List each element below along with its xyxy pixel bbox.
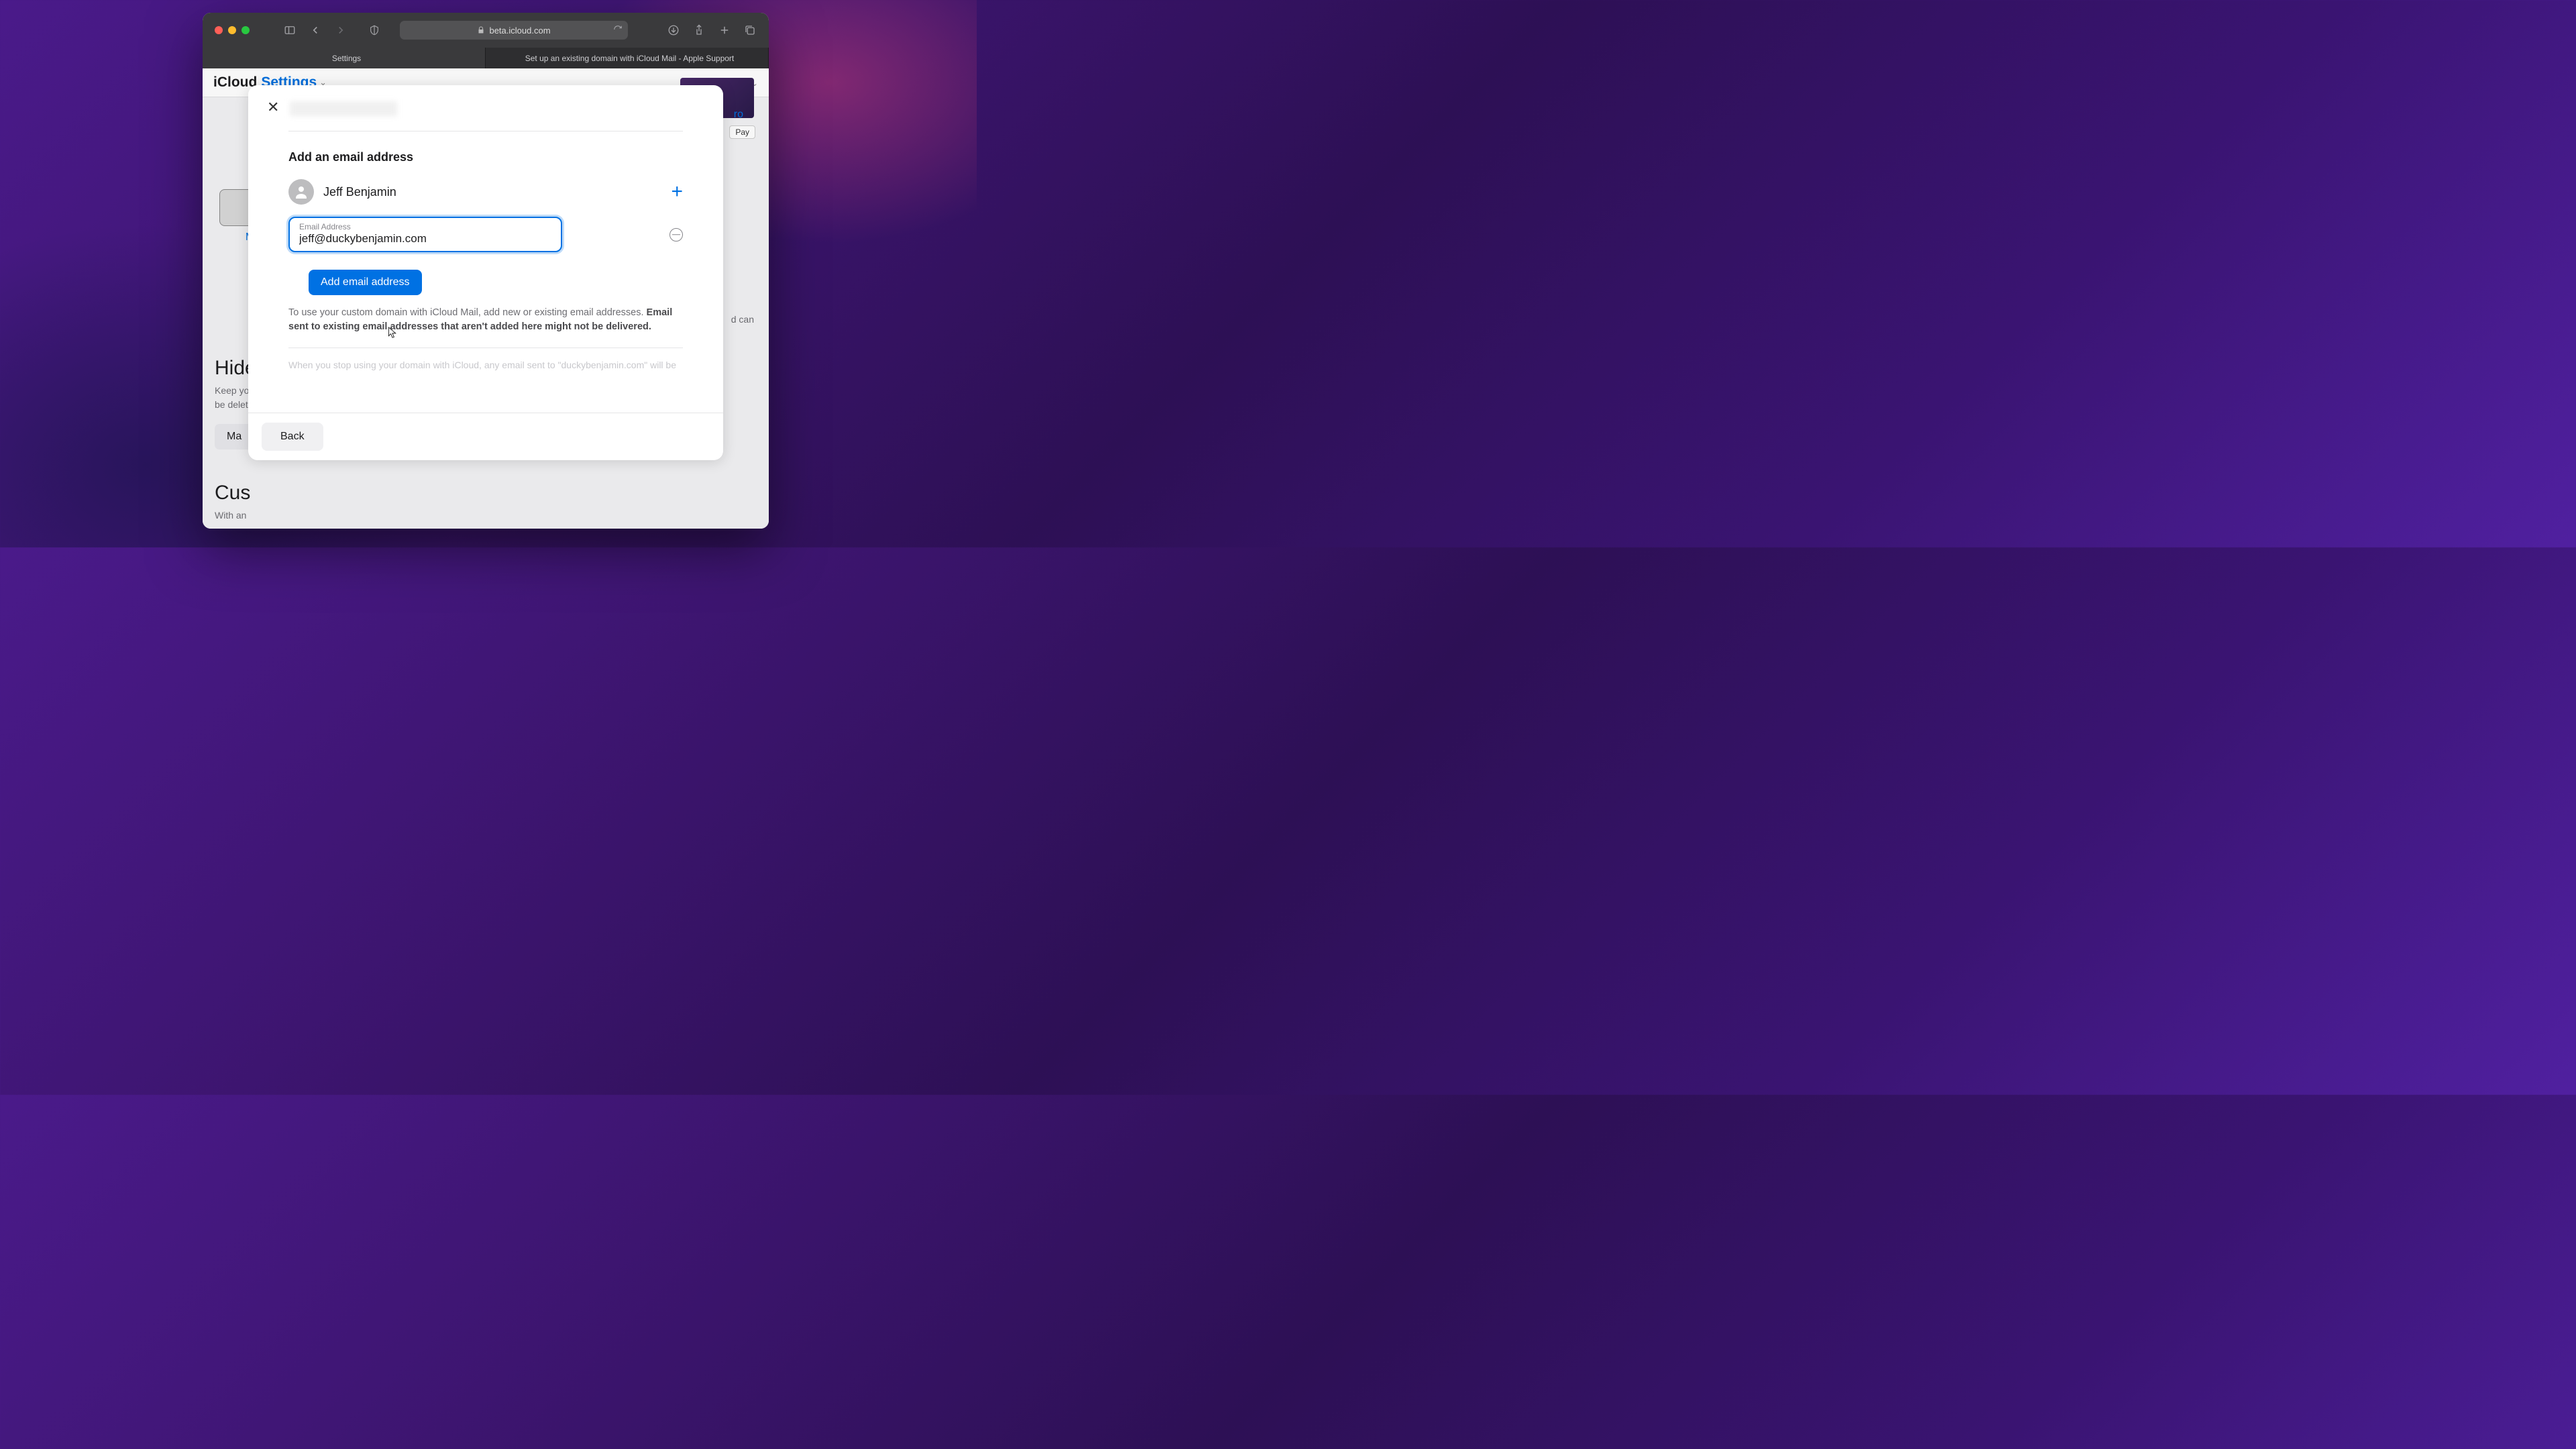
share-icon[interactable] (692, 23, 706, 37)
info-text: To use your custom domain with iCloud Ma… (288, 306, 683, 334)
tab-label: Settings (332, 54, 361, 63)
close-window-button[interactable] (215, 26, 223, 34)
close-modal-button[interactable]: ✕ (267, 99, 279, 116)
modal-redacted-heading (290, 101, 397, 116)
tab-settings[interactable]: Settings (203, 48, 486, 68)
privacy-shield-icon[interactable] (368, 23, 381, 37)
tab-support[interactable]: Set up an existing domain with iCloud Ma… (486, 48, 769, 68)
remove-email-button[interactable] (669, 228, 683, 241)
lock-icon (477, 26, 485, 34)
forward-icon (334, 23, 347, 37)
reload-icon[interactable] (613, 25, 623, 36)
fullscreen-window-button[interactable] (241, 26, 250, 34)
url-bar[interactable]: beta.icloud.com (400, 21, 628, 40)
title-bar: beta.icloud.com (203, 13, 769, 48)
avatar (288, 179, 314, 205)
email-field-wrap[interactable]: Email Address (288, 217, 562, 252)
person-row: Jeff Benjamin + (288, 179, 683, 205)
minimize-window-button[interactable] (228, 26, 236, 34)
divider (288, 347, 683, 348)
new-tab-icon[interactable] (718, 23, 731, 37)
modal-footer: Back (248, 413, 723, 460)
faded-note: When you stop using your domain with iCl… (288, 359, 683, 372)
back-icon[interactable] (309, 23, 322, 37)
traffic-lights (215, 26, 250, 34)
back-button[interactable]: Back (262, 423, 323, 451)
modal-heading: Add an email address (288, 150, 703, 164)
tab-bar: Settings Set up an existing domain with … (203, 48, 769, 68)
add-email-modal: ✕ Add an email address Jeff Benjamin + E… (248, 85, 723, 460)
tab-label: Set up an existing domain with iCloud Ma… (525, 54, 735, 63)
email-label: Email Address (299, 222, 551, 231)
downloads-icon[interactable] (667, 23, 680, 37)
person-name: Jeff Benjamin (323, 185, 396, 199)
add-person-button[interactable]: + (671, 182, 683, 202)
url-text: beta.icloud.com (489, 25, 550, 36)
tab-overview-icon[interactable] (743, 23, 757, 37)
sidebar-toggle-icon[interactable] (283, 23, 297, 37)
safari-window: beta.icloud.com Settings (203, 13, 769, 529)
add-email-button[interactable]: Add email address (309, 270, 422, 295)
email-input[interactable] (299, 232, 551, 246)
page-content: iCloud Settings ⌄ Jeff ⌄ iPhone iPhone 1 (203, 68, 769, 529)
